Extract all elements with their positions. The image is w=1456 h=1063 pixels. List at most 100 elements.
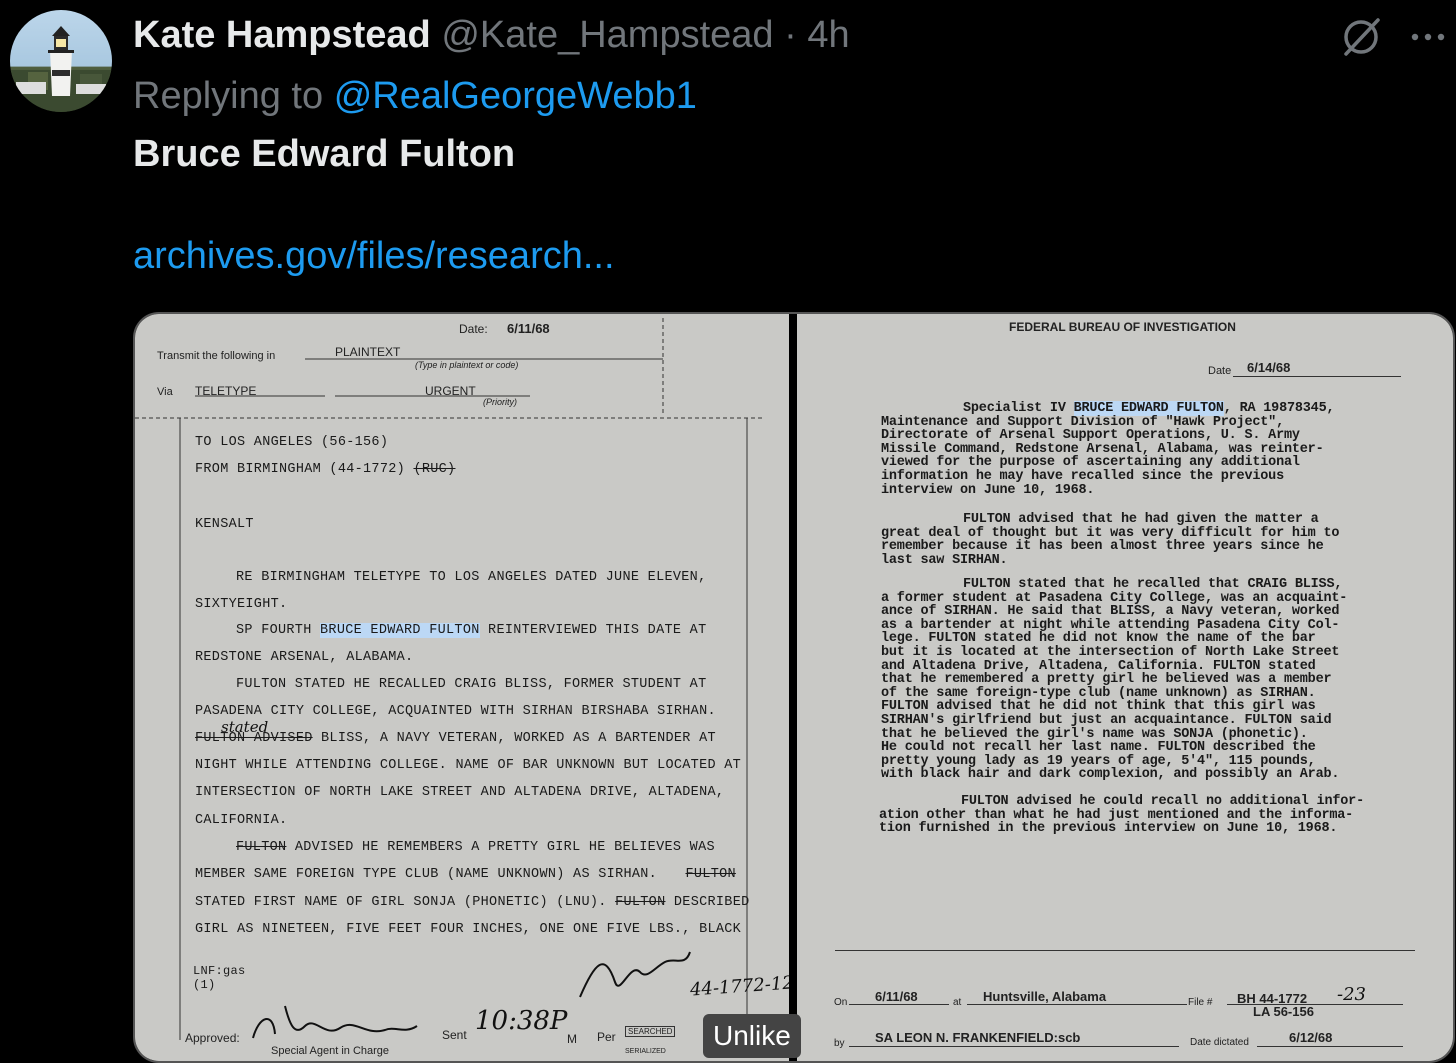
grok-slash-icon[interactable] bbox=[1338, 14, 1384, 60]
memo-line: great deal of thought but it was very di… bbox=[881, 525, 1340, 541]
lighthouse-avatar-icon bbox=[10, 26, 112, 112]
fbi-header: FEDERAL BUREAU OF INVESTIGATION bbox=[1009, 320, 1236, 334]
teletype-re-2: SIXTYEIGHT. bbox=[195, 597, 288, 612]
memo-line: of the same foreign-type club (name unkn… bbox=[881, 685, 1316, 701]
via-label: Via bbox=[157, 386, 173, 398]
date-label: Date: bbox=[459, 322, 488, 336]
footer-rule bbox=[835, 950, 1415, 951]
memo-line: FULTON stated that he recalled that CRAI… bbox=[963, 577, 1343, 592]
teletype-document: Date: 6/11/68 Transmit the following in … bbox=[135, 314, 794, 1061]
file-underline bbox=[1227, 1004, 1403, 1005]
dictated-date: 6/12/68 bbox=[1289, 1030, 1333, 1045]
line-13-struck: FULTON bbox=[615, 895, 666, 910]
tweet-header: Kate Hampstead @Kate_Hampstead · 4h bbox=[133, 10, 850, 60]
memo-line: as a bartender at night while attending … bbox=[881, 617, 1340, 633]
memo-line: ance of SIRHAN. He said that BLISS, a Na… bbox=[881, 604, 1340, 620]
line-7-text: BLISS, A NAVY VETERAN, WORKED AS A BARTE… bbox=[312, 731, 716, 746]
teletype-line-11: FULTON ADVISED HE REMEMBERS A PRETTY GIR… bbox=[236, 840, 715, 855]
author-avatar[interactable] bbox=[10, 10, 112, 112]
memo-line: Missile Command, Redstone Arsenal, Alaba… bbox=[881, 442, 1324, 457]
serialized-stamp: SERIALIZED bbox=[625, 1048, 666, 1055]
handwritten-signature-icon bbox=[579, 951, 691, 998]
line-13-text: STATED FIRST NAME OF GIRL SONJA (PHONETI… bbox=[195, 895, 607, 910]
teletype-line-5: FULTON STATED HE RECALLED CRAIG BLISS, F… bbox=[236, 677, 707, 692]
memo-text: interview on June 10, 1968. bbox=[881, 482, 1095, 498]
memo-line: tion furnished in the previous interview… bbox=[879, 821, 1338, 837]
dictated-underline bbox=[1257, 1046, 1403, 1047]
tweet-link[interactable]: archives.gov/files/research... bbox=[133, 231, 615, 281]
by-underline bbox=[849, 1046, 1179, 1047]
author-handle[interactable]: @Kate_Hampstead bbox=[441, 14, 773, 56]
memo-line: that he believed the girl's name was SON… bbox=[881, 726, 1308, 742]
line-12-struck: FULTON bbox=[685, 867, 736, 882]
dictated-label: Date dictated bbox=[1190, 1037, 1249, 1048]
sent-m-label: M bbox=[567, 1032, 577, 1046]
teletype-from-struck: (RUC) bbox=[413, 462, 456, 477]
teletype-from: FROM BIRMINGHAM (44-1772) (RUC) bbox=[195, 462, 455, 477]
tweet-text: Bruce Edward Fulton bbox=[133, 133, 516, 175]
line-11-text: ADVISED HE REMEMBERS A PRETTY GIRL HE BE… bbox=[286, 840, 715, 855]
memo-line: pretty young lady as 19 years of age, 5'… bbox=[881, 753, 1316, 769]
line-12-text: MEMBER SAME FOREIGN TYPE CLUB (NAME UNKN… bbox=[195, 867, 658, 882]
by-label: by bbox=[834, 1038, 845, 1049]
priority-value: URGENT bbox=[425, 384, 476, 398]
tweet-media-image[interactable]: Date: 6/11/68 Transmit the following in … bbox=[133, 312, 1455, 1063]
sp-prefix: SP FOURTH bbox=[236, 623, 321, 638]
sac-label: Special Agent in Charge bbox=[271, 1045, 390, 1057]
teletype-line-13: STATED FIRST NAME OF GIRL SONJA (PHONETI… bbox=[195, 895, 750, 910]
teletype-line-7: FULTON ADVISED BLISS, A NAVY VETERAN, WO… bbox=[195, 731, 716, 746]
memo-line: Directorate of Arsenal Support Operation… bbox=[881, 429, 1300, 443]
per-label: Per bbox=[597, 1030, 616, 1044]
file-label: File # bbox=[1188, 997, 1213, 1008]
memo-line: but it is located at the intersection of… bbox=[881, 645, 1340, 660]
memo-line: last saw SIRHAN. bbox=[881, 552, 1008, 568]
teletype-lnf: LNF:gas bbox=[193, 964, 246, 978]
on-date: 6/11/68 bbox=[875, 989, 918, 1004]
fd302-document: FEDERAL BUREAU OF INVESTIGATION Date 6/1… bbox=[797, 314, 1453, 1061]
date-value: 6/11/68 bbox=[507, 321, 550, 336]
handwritten-sent-time: 10:38P bbox=[475, 1006, 568, 1036]
line-11-struck: FULTON bbox=[236, 840, 287, 855]
teletype-line-6: PASADENA CITY COLLEGE, ACQUAINTED WITH S… bbox=[195, 704, 716, 719]
teletype-line-12: MEMBER SAME FOREIGN TYPE CLUB (NAME UNKN… bbox=[195, 867, 736, 882]
memo-line: FULTON advised that he did not think tha… bbox=[881, 699, 1316, 715]
teletype-line-4: REDSTONE ARSENAL, ALABAMA. bbox=[195, 650, 414, 665]
memo-line: He could not recall her last name. FULTO… bbox=[881, 740, 1316, 756]
memo-line: remember because it has been almost thre… bbox=[881, 539, 1324, 555]
memo-line: a former student at Pasadena City Colleg… bbox=[881, 590, 1348, 606]
memo-line: that he remembered a pretty girl he beli… bbox=[881, 672, 1332, 688]
replying-mention[interactable]: @RealGeorgeWebb1 bbox=[334, 75, 697, 117]
teletype-re-1: RE BIRMINGHAM TELETYPE TO LOS ANGELES DA… bbox=[236, 570, 707, 585]
memo-line: FULTON advised he could recall no additi… bbox=[961, 794, 1364, 809]
teletype-to: TO LOS ANGELES (56-156) bbox=[195, 435, 389, 450]
tweet-time[interactable]: 4h bbox=[807, 14, 849, 56]
memo-line: information he may have recalled since t… bbox=[881, 470, 1284, 484]
fd302-date: 6/14/68 bbox=[1247, 360, 1291, 375]
teletype-from-text: FROM BIRMINGHAM (44-1772) bbox=[195, 462, 406, 477]
on-label: On bbox=[834, 997, 848, 1008]
replying-prefix: Replying to bbox=[133, 75, 324, 117]
memo-line: Maintenance and Support Division of "Haw… bbox=[881, 415, 1284, 430]
via-value: TELETYPE bbox=[195, 384, 257, 398]
priority-hint: (Priority) bbox=[483, 397, 517, 407]
memo-line: SIRHAN's girlfriend but just an acquaint… bbox=[881, 713, 1332, 728]
memo-line: viewed for the purpose of ascertaining a… bbox=[881, 456, 1300, 470]
transmit-label: Transmit the following in bbox=[157, 350, 276, 362]
by-agent: SA LEON N. FRANKENFIELD:scb bbox=[875, 1030, 1081, 1045]
at-label: at bbox=[953, 997, 962, 1008]
more-ellipsis-icon[interactable] bbox=[1405, 14, 1451, 60]
memo-line: with black hair and dark complexion, and… bbox=[881, 767, 1340, 783]
teletype-line-10: CALIFORNIA. bbox=[195, 813, 288, 828]
file-handwritten: -23 bbox=[1337, 984, 1366, 1005]
teletype-lnf-2: (1) bbox=[193, 978, 216, 992]
fd302-date-label: Date bbox=[1208, 365, 1232, 377]
memo-line: interview on June 10, 1968. bbox=[881, 482, 1095, 498]
searched-stamp: SEARCHED bbox=[625, 1026, 676, 1037]
memo-line: and Altadena Drive, Altadena, California… bbox=[881, 658, 1316, 674]
memo-line: ation other than what he had just mentio… bbox=[879, 807, 1354, 823]
author-name[interactable]: Kate Hampstead bbox=[133, 14, 431, 56]
at-place: Huntsville, Alabama bbox=[983, 989, 1107, 1004]
replying-to: Replying to @RealGeorgeWebb1 bbox=[133, 71, 697, 121]
memo-line: FULTON advised that he had given the mat… bbox=[963, 512, 1319, 527]
date-underline bbox=[1233, 376, 1401, 377]
